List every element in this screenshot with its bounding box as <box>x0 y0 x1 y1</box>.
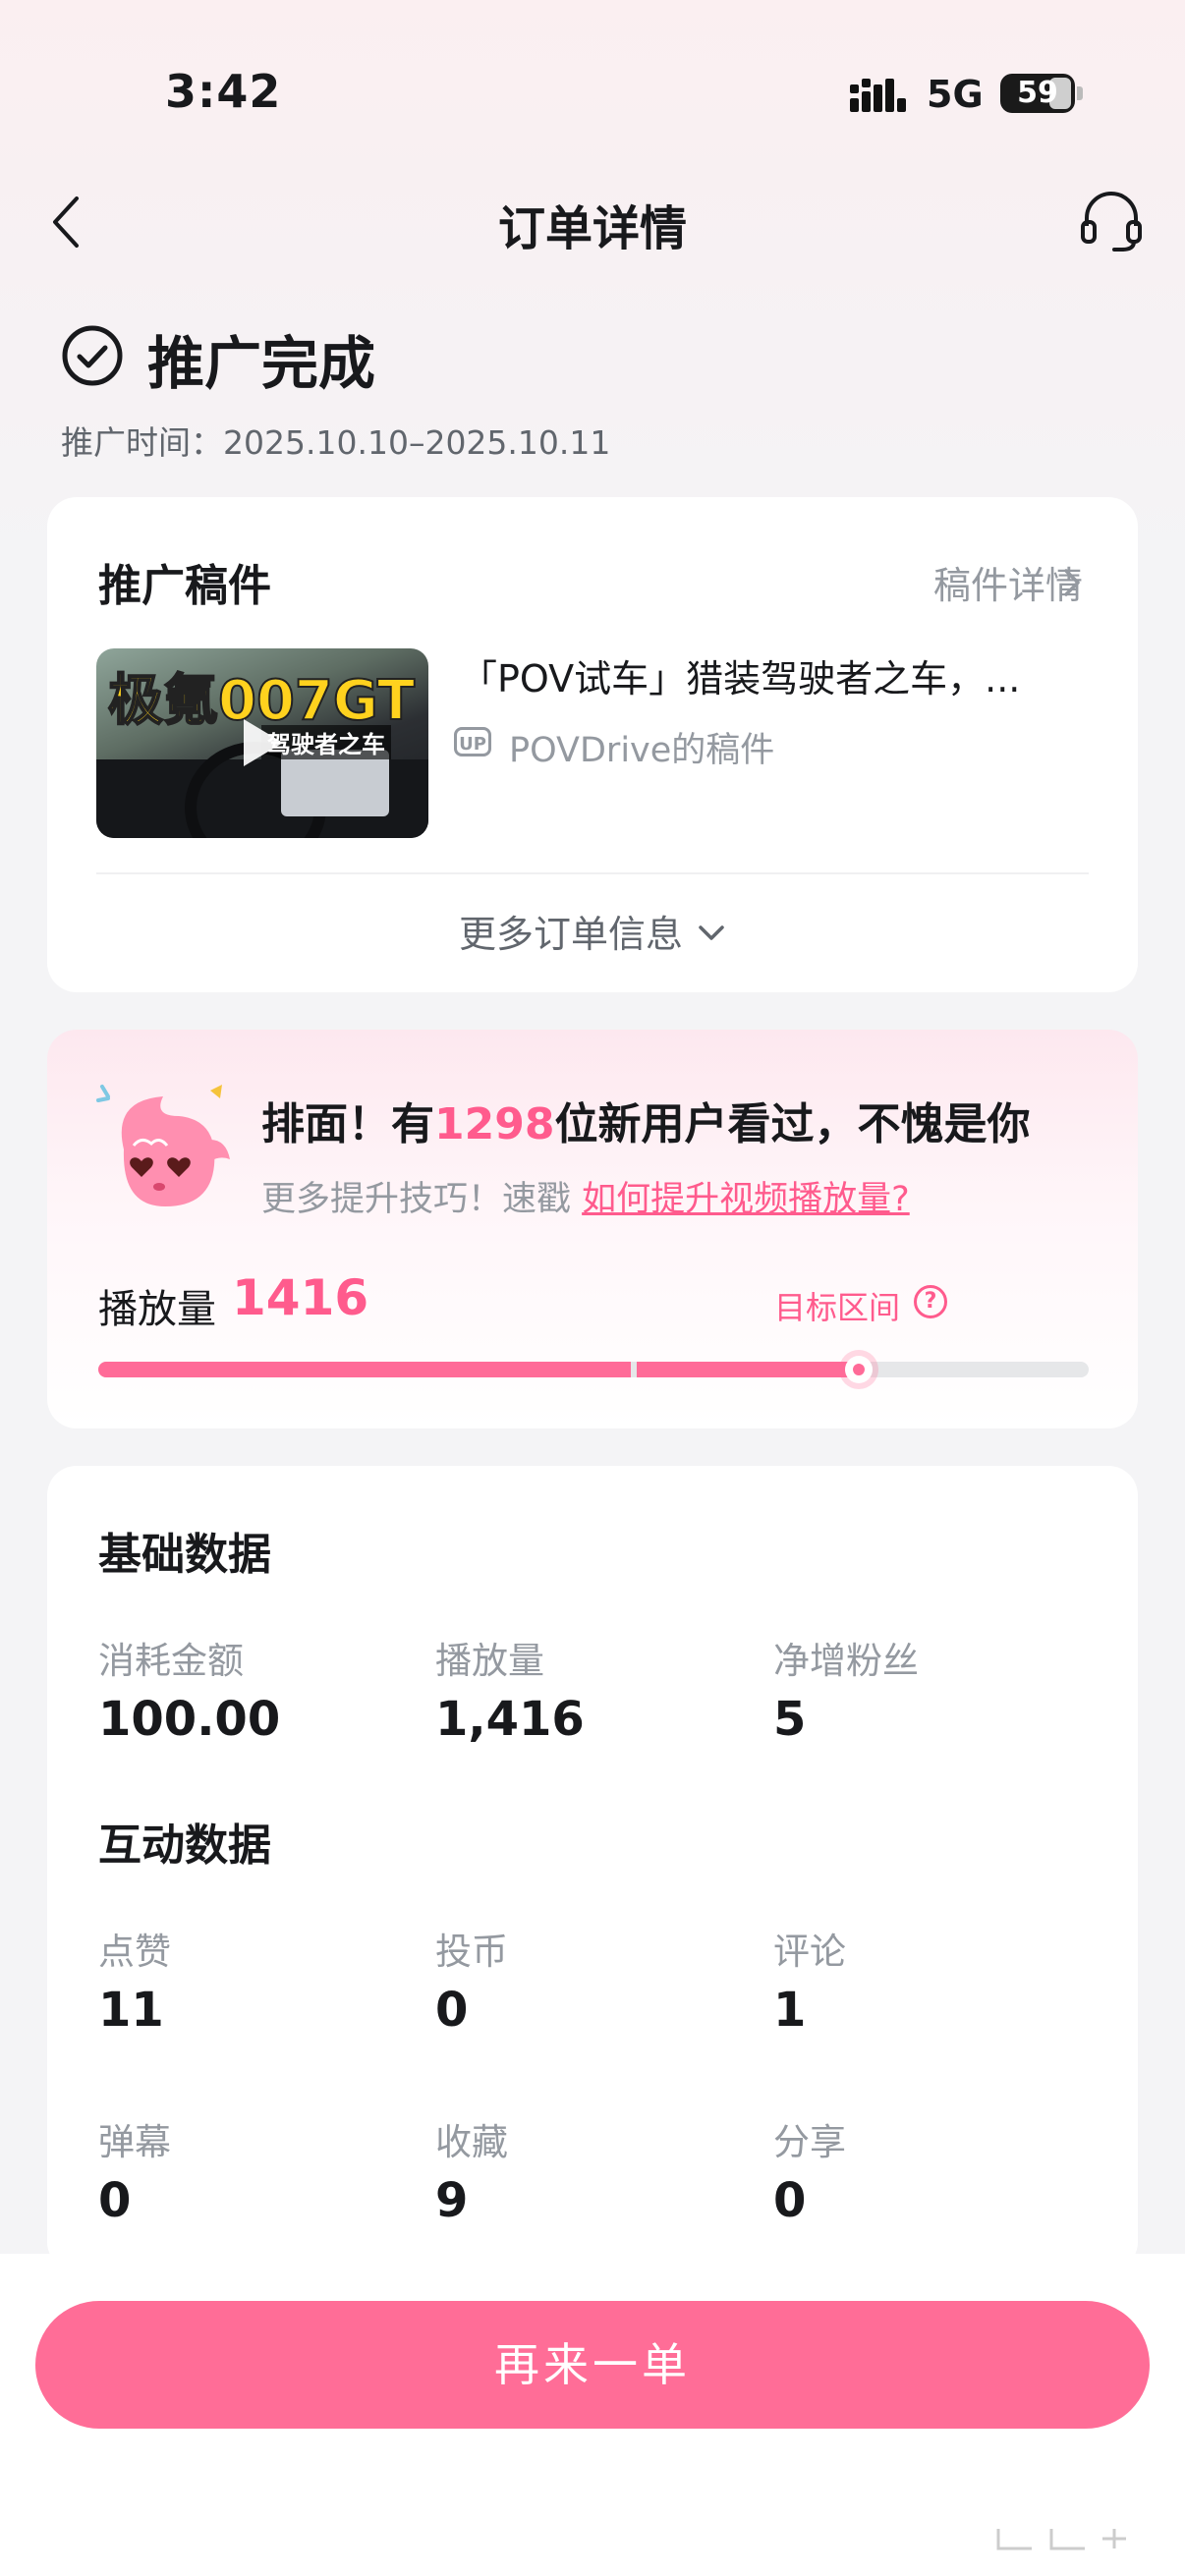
divider <box>96 872 1089 874</box>
stat-value-followers: 5 <box>773 1692 807 1747</box>
stat-label-cost: 消耗金额 <box>98 1640 244 1682</box>
stat-label-followers: 净增粉丝 <box>773 1640 919 1682</box>
check-circle-icon <box>62 325 123 386</box>
up-badge: UP <box>454 727 491 756</box>
stat-value-comments: 1 <box>773 1983 807 2038</box>
views-label: 播放量 <box>98 1287 216 1332</box>
help-icon[interactable]: ? <box>914 1285 947 1318</box>
stat-label-coins: 投币 <box>435 1931 508 1973</box>
mascot-icon <box>96 1085 230 1206</box>
reorder-button[interactable]: 再来一单 <box>35 2301 1150 2429</box>
tip-text: 更多提升技巧！速戳 如何提升视频播放量? <box>261 1171 910 1221</box>
video-title[interactable]: 「POV试车」猎装驾驶者之车，... <box>460 648 1089 702</box>
new-viewers-headline: 排面！有1298位新用户看过，不愧是你 <box>261 1089 1030 1151</box>
play-icon <box>244 719 283 766</box>
headline-suffix: 位新用户看过，不愧是你 <box>554 1099 1031 1149</box>
corner-watermark-icon <box>996 2529 1126 2550</box>
progress-marker <box>845 1356 873 1383</box>
battery-level: 59 <box>1017 76 1058 110</box>
status-time: 3:42 <box>165 65 282 118</box>
stat-value-danmaku: 0 <box>98 2173 132 2228</box>
more-order-info-toggle[interactable]: 更多订单信息 <box>0 904 1185 958</box>
views-progress-target-fill <box>637 1362 859 1377</box>
stat-value-coins: 0 <box>435 1983 469 2038</box>
headline-prefix: 排面！有 <box>261 1099 434 1149</box>
views-value: 1416 <box>232 1269 369 1326</box>
tip-prefix: 更多提升技巧！速戳 <box>261 1180 583 1219</box>
stat-value-views: 1,416 <box>435 1692 585 1747</box>
headset-icon[interactable] <box>1079 189 1144 253</box>
battery-icon: 59 <box>1000 74 1075 113</box>
uploader-name: POVDrive的稿件 <box>509 731 775 770</box>
interaction-data-title: 互动数据 <box>98 1820 271 1871</box>
tips-link[interactable]: 如何提升视频播放量? <box>582 1180 910 1219</box>
stat-label-danmaku: 弹幕 <box>98 2121 171 2163</box>
chevron-down-icon[interactable] <box>697 924 726 943</box>
stat-label-views: 播放量 <box>435 1640 544 1682</box>
basic-data-title: 基础数据 <box>98 1530 271 1580</box>
draft-section-title: 推广稿件 <box>98 561 271 611</box>
stat-label-favorites: 收藏 <box>435 2121 508 2163</box>
page-title: 订单详情 <box>497 201 687 256</box>
network-type: 5G <box>927 73 984 116</box>
chevron-right-icon[interactable] <box>1061 566 1083 599</box>
stat-value-likes: 11 <box>98 1983 164 2038</box>
target-range-label: 目标区间 <box>774 1289 901 1326</box>
signal-icon <box>850 79 906 112</box>
stat-value-favorites: 9 <box>435 2173 469 2228</box>
stat-label-likes: 点赞 <box>98 1931 171 1973</box>
stat-label-shares: 分享 <box>773 2121 846 2163</box>
views-progress-fill <box>98 1362 631 1377</box>
more-order-info-label: 更多订单信息 <box>458 913 683 956</box>
promotion-period: 推广时间：2025.10.10–2025.10.11 <box>61 423 611 462</box>
stat-value-shares: 0 <box>773 2173 807 2228</box>
video-thumbnail[interactable]: 极氪007GT 驾驶者之车 <box>96 648 428 838</box>
order-status-title: 推广完成 <box>147 330 376 397</box>
new-viewers-count: 1298 <box>434 1099 555 1149</box>
battery-tip <box>1077 86 1083 100</box>
stat-label-comments: 评论 <box>773 1931 846 1973</box>
stat-value-cost: 100.00 <box>98 1692 281 1747</box>
